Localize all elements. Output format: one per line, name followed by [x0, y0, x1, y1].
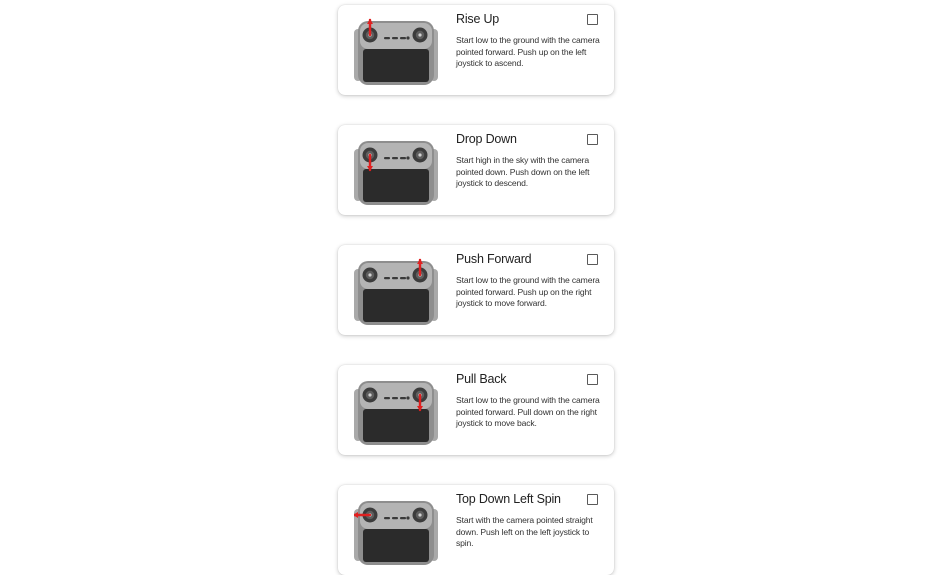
checkbox-icon[interactable]	[587, 14, 598, 25]
controller-button	[406, 36, 410, 40]
exercise-card[interactable]: Pull Back Start low to the ground with t…	[338, 365, 614, 455]
controller-button	[384, 517, 390, 520]
controller-button	[392, 157, 398, 160]
exercise-title: Drop Down	[456, 132, 517, 146]
checkbox-icon[interactable]	[587, 254, 598, 265]
controller-button	[392, 37, 398, 40]
exercise-title: Top Down Left Spin	[456, 492, 561, 506]
controller-button	[384, 157, 390, 160]
controller-button	[384, 397, 390, 400]
exercise-description: Start low to the ground with the camera …	[456, 395, 600, 429]
controller-screen	[363, 529, 429, 562]
controller-button	[406, 156, 410, 160]
checkbox-icon[interactable]	[587, 494, 598, 505]
controller-button	[392, 397, 398, 400]
joystick-center-right	[418, 153, 422, 157]
remote-controller-icon	[354, 141, 438, 205]
controller-button	[400, 37, 406, 40]
controller-screen	[363, 409, 429, 442]
exercise-card[interactable]: Rise Up Start low to the ground with the…	[338, 5, 614, 95]
exercise-description: Start low to the ground with the camera …	[456, 35, 600, 69]
joystick-center-left	[368, 393, 372, 397]
exercise-card[interactable]: Drop Down Start high in the sky with the…	[338, 125, 614, 215]
controller-button	[400, 397, 406, 400]
controller-button	[400, 517, 406, 520]
remote-controller-icon	[354, 18, 438, 85]
exercise-card[interactable]: Top Down Left Spin Start with the camera…	[338, 485, 614, 575]
exercise-card[interactable]: Push Forward Start low to the ground wit…	[338, 245, 614, 335]
remote-controller-icon	[354, 501, 438, 565]
controller-button	[406, 396, 410, 400]
exercise-title: Push Forward	[456, 252, 532, 266]
controller-button	[400, 157, 406, 160]
controller-button	[384, 37, 390, 40]
exercise-title: Pull Back	[456, 372, 507, 386]
controller-screen	[363, 169, 429, 202]
controller-button	[406, 276, 410, 280]
controller-button	[392, 517, 398, 520]
exercise-description: Start high in the sky with the camera po…	[456, 155, 590, 189]
controller-screen	[363, 49, 429, 82]
controller-button	[384, 277, 390, 280]
exercise-title: Rise Up	[456, 12, 500, 26]
remote-controller-icon	[354, 381, 438, 445]
exercise-description: Start low to the ground with the camera …	[456, 275, 600, 309]
joystick-center-right	[418, 33, 422, 37]
joystick-center-right	[418, 513, 422, 517]
controller-button	[406, 516, 410, 520]
checkbox-icon[interactable]	[587, 374, 598, 385]
controller-button	[400, 277, 406, 280]
remote-controller-icon	[354, 258, 438, 325]
controller-button	[392, 277, 398, 280]
checkbox-icon[interactable]	[587, 134, 598, 145]
joystick-center-left	[368, 273, 372, 277]
controller-screen	[363, 289, 429, 322]
